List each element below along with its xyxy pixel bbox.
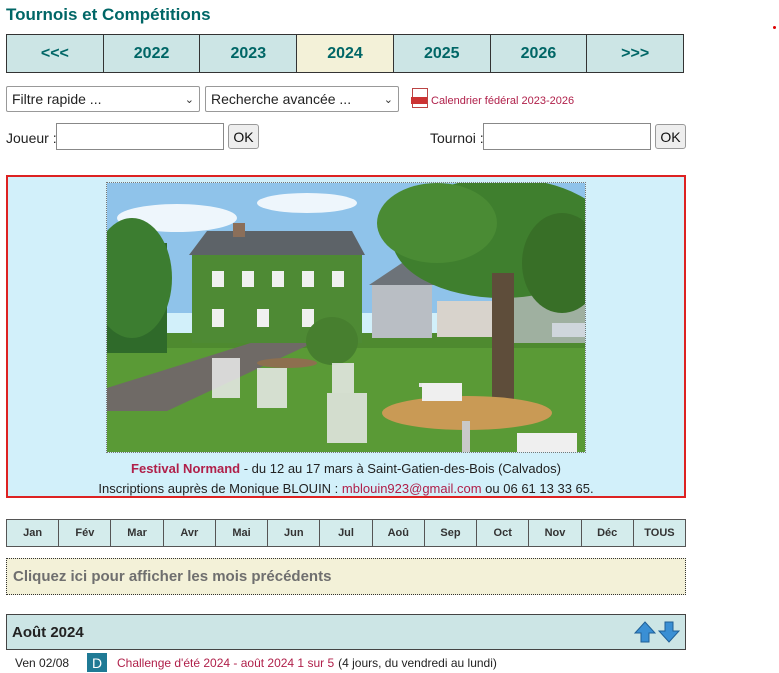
festival-caption: Festival Normand - du 12 au 17 mars à Sa… [8,461,684,476]
player-ok-button[interactable]: OK [228,124,259,149]
festival-name[interactable]: Festival Normand [131,461,240,476]
calendar-pdf-link[interactable]: Calendrier fédéral 2023-2026 [411,88,574,108]
month-section-header: Août 2024 [6,614,686,650]
show-previous-months-button[interactable]: Cliquez ici pour afficher les mois précé… [6,558,686,595]
email-link[interactable]: mblouin923@gmail.com [342,481,482,496]
year-next-button[interactable]: >>> [587,35,684,72]
tournament-input[interactable] [483,123,651,150]
month-navigation: Jan Fév Mar Avr Mai Jun Jul Aoû Sep Oct … [6,519,686,547]
arrow-down-icon[interactable] [658,621,680,643]
month-tab-jun[interactable]: Jun [268,520,321,546]
event-date: Ven 02/08 [15,655,70,670]
phone-suffix: ou 06 61 13 33 65. [481,481,594,496]
quick-filter-value: Filtre rapide ... [12,91,102,107]
venue-photo-illustration [107,183,585,452]
month-tab-feb[interactable]: Fév [59,520,112,546]
month-tab-oct[interactable]: Oct [477,520,530,546]
year-2022-tab[interactable]: 2022 [103,35,201,72]
pdf-icon [411,88,428,108]
event-row: Ven 02/08 D Challenge d'été 2024 - août … [15,653,497,672]
month-tab-jul[interactable]: Jul [320,520,373,546]
chevron-down-icon: ⌄ [383,93,393,106]
chevron-down-icon: ⌄ [184,93,194,106]
tournament-label: Tournoi : [430,130,484,146]
month-tab-all[interactable]: TOUS [633,520,686,546]
page-title: Tournois et Compétitions [6,5,211,24]
inscriptions-caption: Inscriptions auprès de Monique BLOUIN : … [8,481,684,496]
inscriptions-prefix: Inscriptions auprès de Monique BLOUIN : [98,481,342,496]
month-tab-sep[interactable]: Sep [424,520,478,546]
arrow-up-icon[interactable] [634,621,656,643]
red-dot-marker [773,26,776,29]
featured-event-panel: Festival Normand - du 12 au 17 mars à Sa… [6,175,686,498]
month-tab-nov[interactable]: Nov [529,520,582,546]
month-tab-jan[interactable]: Jan [7,520,60,546]
advanced-search-select[interactable]: Recherche avancée ... ⌄ [205,86,399,112]
year-prev-button[interactable]: <<< [7,35,104,72]
month-tab-may[interactable]: Mai [215,520,269,546]
quick-filter-select[interactable]: Filtre rapide ... ⌄ [6,86,200,112]
tournament-ok-button[interactable]: OK [655,124,686,149]
month-tab-aug[interactable]: Aoû [372,520,425,546]
year-2023-tab[interactable]: 2023 [200,35,298,72]
month-section-title: Août 2024 [12,623,84,641]
month-tab-dec[interactable]: Déc [581,520,634,546]
player-input[interactable] [56,123,224,150]
event-type-badge: D [87,653,107,672]
year-2026-tab[interactable]: 2026 [490,35,588,72]
month-tab-apr[interactable]: Avr [163,520,216,546]
event-title-link[interactable]: Challenge d'été 2024 - août 2024 1 sur 5 [117,656,334,670]
calendar-link-label[interactable]: Calendrier fédéral 2023-2026 [431,95,574,107]
player-label: Joueur : [6,130,57,146]
year-2024-tab[interactable]: 2024 [297,35,394,72]
month-tab-mar[interactable]: Mar [111,520,164,546]
sort-arrows [634,621,680,643]
event-details: (4 jours, du vendredi au lundi) [338,655,497,670]
year-navigation: <<< 2022 2023 2024 2025 2026 >>> [6,34,684,73]
festival-details: - du 12 au 17 mars à Saint-Gatien-des-Bo… [240,461,561,476]
advanced-search-value: Recherche avancée ... [211,91,352,107]
year-2025-tab[interactable]: 2025 [393,35,491,72]
venue-photo[interactable] [106,182,586,453]
